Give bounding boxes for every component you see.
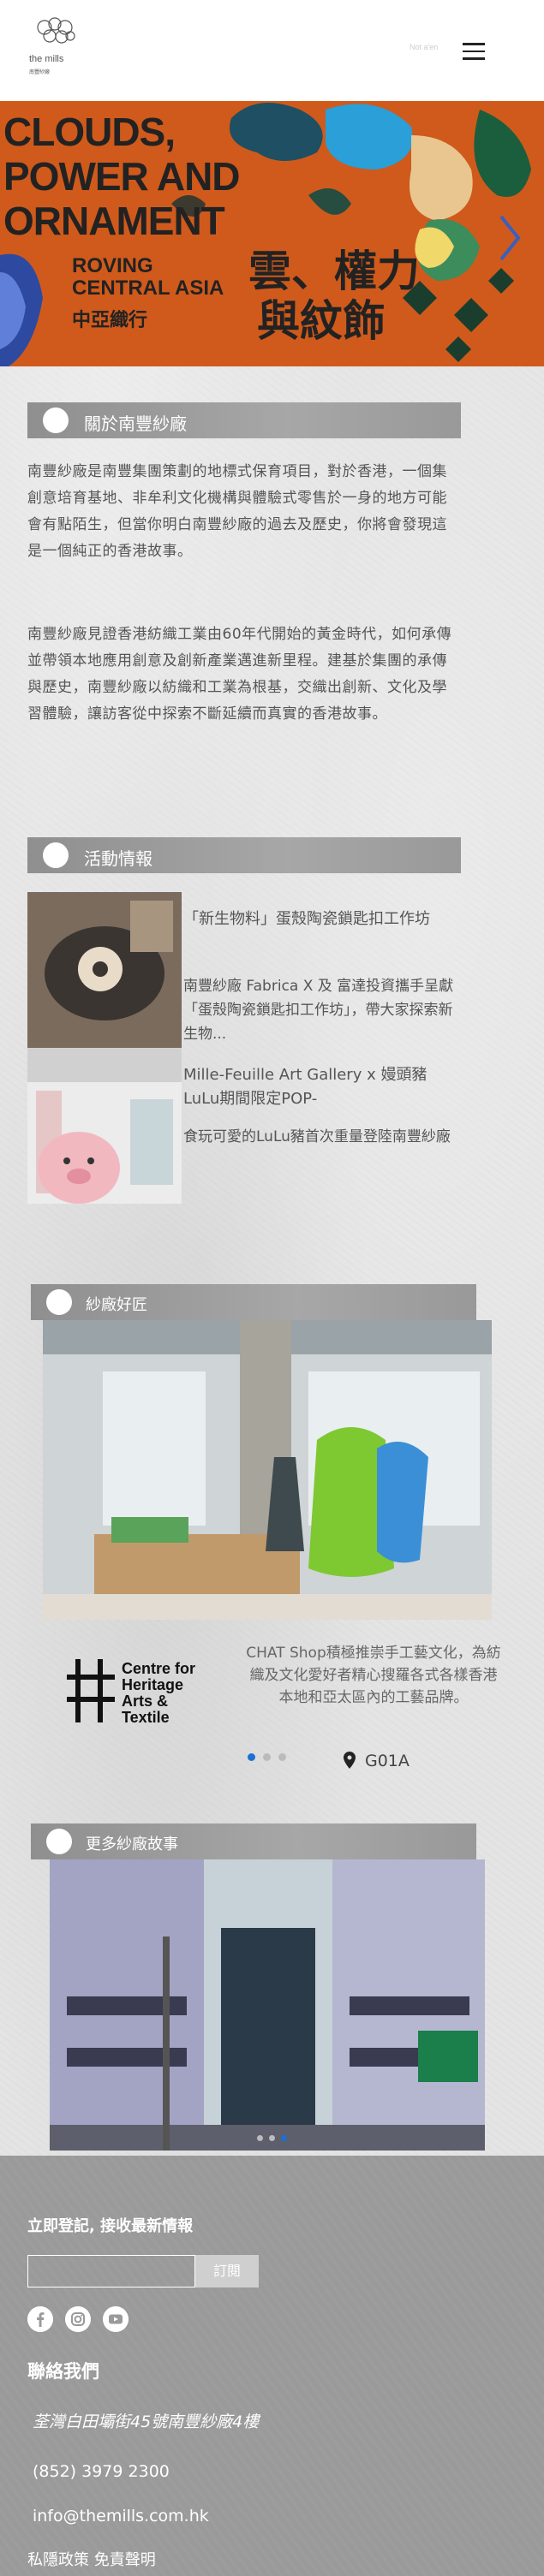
event-description: 南豐紗廠 Fabrica X 及 富達投資攜手呈獻「蛋殼陶瓷鎖匙扣工作坊」，帶大… bbox=[183, 978, 454, 1043]
story-image[interactable] bbox=[50, 1859, 485, 2151]
shop-photo bbox=[43, 1320, 492, 1620]
carousel-dot[interactable] bbox=[248, 1753, 255, 1761]
carousel-dot[interactable] bbox=[263, 1753, 271, 1761]
chat-logo-mark bbox=[67, 1659, 115, 1722]
contact-phone[interactable]: (852) 3979 2300 bbox=[33, 2462, 170, 2481]
event-description: 食玩可愛的LuLu豬首次重量登陸南豐紗廠 bbox=[183, 1128, 451, 1145]
section-header-shops: 紗廠好匠 bbox=[31, 1284, 476, 1320]
section-header-events: 活動情報 bbox=[27, 837, 461, 873]
hero-title-cn: 雲、權力 與紋飾 bbox=[248, 247, 420, 346]
hero-title: CLOUDS, POWER AND ORNAMENT bbox=[3, 110, 241, 243]
event-image[interactable] bbox=[27, 892, 182, 1048]
contact-email[interactable]: info@themills.com.hk bbox=[33, 2507, 209, 2525]
facebook-icon[interactable] bbox=[27, 2306, 53, 2332]
subscribe-button[interactable]: 訂閱 bbox=[195, 2255, 259, 2287]
chat-logo-text: Centre for Heritage Arts & Textile bbox=[122, 1660, 196, 1726]
section-header-about: 關於南豐紗廠 bbox=[27, 402, 461, 438]
location-pin-icon bbox=[344, 1752, 356, 1769]
section-title: 紗廠好匠 bbox=[86, 1296, 147, 1314]
shop-icon bbox=[46, 1289, 72, 1315]
shop-image[interactable] bbox=[43, 1320, 492, 1620]
about-paragraph-1: 南豐紗廠是南豐集團策劃的地標式保育項目，對於香港，一個集創意培育基地、非牟利文化… bbox=[27, 463, 447, 560]
event-photo-popup bbox=[27, 1048, 182, 1204]
carousel-dot[interactable] bbox=[269, 2135, 275, 2141]
logo-text: the mills bbox=[29, 54, 64, 64]
carousel-dot[interactable] bbox=[278, 1753, 286, 1761]
hero-subtitle-en: ROVING CENTRAL ASIA bbox=[72, 254, 224, 300]
contact-address: 荃灣白田壩街45號南豐紗廠4樓 bbox=[33, 2412, 260, 2431]
event-photo-workshop bbox=[27, 892, 182, 1048]
mills-icon bbox=[43, 408, 69, 433]
site-footer: 立即登記, 接收最新情報 訂閱 聯絡我們 荃灣白田壩街45號南豐紗廠4樓 (85… bbox=[0, 2156, 544, 2576]
event-title[interactable]: Mille-Feuille Art Gallery x 嫚頭豬LuLu期間限定P… bbox=[183, 1063, 457, 1111]
section-header-stories: 更多紗廠故事 bbox=[31, 1823, 476, 1859]
menu-icon[interactable] bbox=[463, 43, 485, 60]
carousel-dot[interactable] bbox=[281, 2135, 287, 2141]
shop-location: G01A bbox=[365, 1752, 409, 1770]
section-title: 更多紗廠故事 bbox=[86, 1835, 178, 1853]
shop-description: CHAT Shop積極推崇手工藝文化，為紡織及文化愛好者精心搜羅各式各樣香港本地… bbox=[246, 1645, 501, 1706]
youtube-icon[interactable] bbox=[103, 2306, 129, 2332]
carousel-dot[interactable] bbox=[257, 2135, 263, 2141]
hero-subtitle-cn: 中亞織行 bbox=[72, 310, 148, 331]
section-title: 關於南豐紗廠 bbox=[84, 413, 187, 434]
language-switch[interactable]: Not a'en bbox=[409, 43, 438, 51]
site-logo[interactable]: the mills 南豐紗廠 bbox=[26, 15, 86, 86]
site-header: the mills 南豐紗廠 Not a'en bbox=[0, 0, 544, 101]
contact-heading: 聯絡我們 bbox=[27, 2361, 99, 2382]
chevron-right-icon[interactable] bbox=[497, 212, 523, 264]
story-photo-building bbox=[50, 1859, 485, 2151]
email-input[interactable] bbox=[27, 2255, 195, 2287]
event-title[interactable]: 「新生物料」蛋殼陶瓷鎖匙扣工作坊 bbox=[183, 907, 457, 931]
event-image[interactable] bbox=[27, 1048, 182, 1204]
footer-links[interactable]: 私隱政策 免責聲明 bbox=[27, 2548, 156, 2570]
logo-subtext: 南豐紗廠 bbox=[29, 68, 50, 75]
about-paragraph-2: 南豐紗廠見證香港紡織工業由60年代開始的黃金時代，如何承傳並帶領本地應用創意及創… bbox=[27, 626, 452, 723]
subscribe-label: 立即登記, 接收最新情報 bbox=[27, 2217, 194, 2235]
section-title: 活動情報 bbox=[84, 848, 152, 869]
people-icon bbox=[43, 842, 69, 868]
shop-icon bbox=[46, 1829, 72, 1854]
hero-banner[interactable]: CLOUDS, POWER AND ORNAMENT ROVING CENTRA… bbox=[0, 101, 544, 366]
instagram-icon[interactable] bbox=[65, 2306, 91, 2332]
